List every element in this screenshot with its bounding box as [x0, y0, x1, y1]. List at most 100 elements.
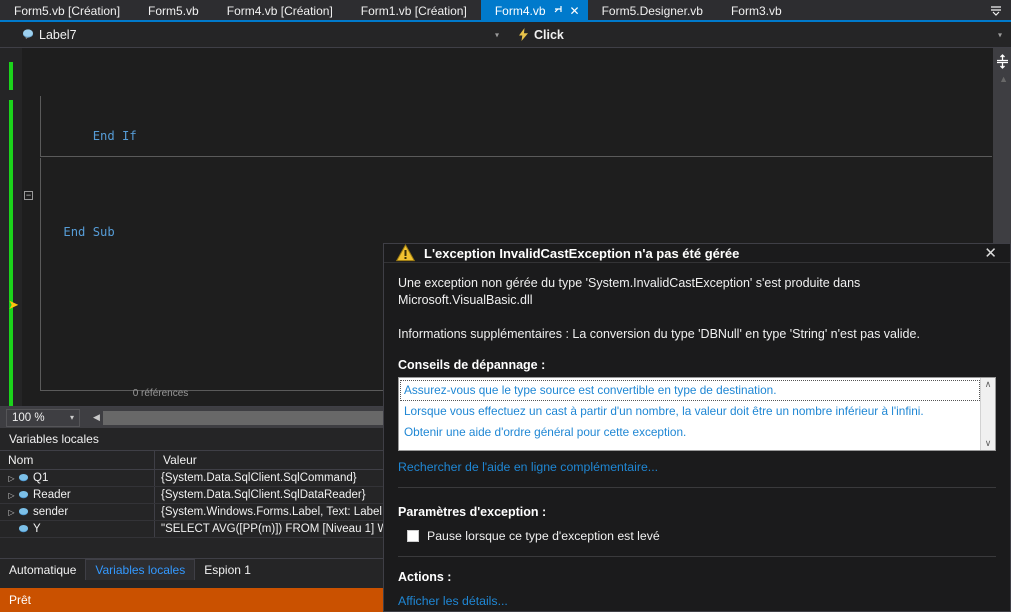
tab-label: Form3.vb — [730, 4, 782, 18]
member-scope-label: Label7 — [39, 27, 77, 42]
zoom-level-dropdown[interactable]: 100 % ▾ — [6, 408, 80, 427]
class-icon — [22, 28, 34, 41]
column-header-value[interactable]: Valeur — [155, 451, 383, 469]
document-tab-form1-design[interactable]: Form1.vb [Création] — [347, 0, 481, 22]
variable-name: Q1 — [33, 472, 49, 484]
member-scope-dropdown[interactable]: Label7 ▾ — [0, 22, 508, 48]
tab-label: Automatique — [9, 562, 77, 577]
exception-additional-info: Informations supplémentaires : La conver… — [398, 327, 920, 341]
references-count: 0 références — [132, 388, 189, 399]
troubleshooting-heading: Conseils de dépannage : — [398, 358, 546, 372]
warning-icon — [396, 244, 415, 262]
expander-icon[interactable]: ▷ — [6, 491, 17, 500]
table-row[interactable]: ▷ sender {System.Windows.Forms.Label, Te… — [0, 504, 383, 521]
visual-studio-window: Form5.vb [Création] Form5.vb Form4.vb [C… — [0, 0, 1011, 612]
variable-name: Reader — [33, 489, 71, 501]
variable-value[interactable]: {System.Windows.Forms.Label, Text: Label — [155, 504, 383, 520]
collapse-glyph: − — [25, 190, 32, 200]
collapse-region-toggle[interactable]: − — [24, 191, 33, 200]
tips-items: Assurez-vous que le type source est conv… — [399, 378, 980, 450]
scroll-down-arrow-icon[interactable]: ∨ — [985, 439, 992, 448]
locals-grid-header: Nom Valeur — [0, 450, 383, 470]
exception-assistant-dialog: L'exception InvalidCastException n'a pas… — [383, 243, 1011, 612]
exception-message: Une exception non gérée du type 'System.… — [398, 276, 861, 307]
tab-espion-1[interactable]: Espion 1 — [195, 559, 260, 580]
change-bar-saved — [9, 62, 13, 90]
change-bar-unsaved — [9, 100, 13, 406]
tab-variables-locales[interactable]: Variables locales — [85, 559, 196, 580]
exception-dialog-header: L'exception InvalidCastException n'a pas… — [384, 244, 1010, 263]
variable-value[interactable]: "SELECT AVG([PP(m)]) FROM [Niveau 1] W — [155, 521, 383, 537]
column-header-name[interactable]: Nom — [0, 451, 155, 469]
document-tab-form5-designer[interactable]: Form5.Designer.vb — [588, 0, 717, 22]
variable-name-cell[interactable]: ▷ Q1 — [0, 470, 155, 486]
pause-exception-checkbox-row[interactable]: Pause lorsque ce type d'exception est le… — [398, 529, 996, 543]
document-tab-form3[interactable]: Form3.vb — [717, 0, 796, 22]
document-tab-strip: Form5.vb [Création] Form5.vb Form4.vb [C… — [0, 0, 1011, 22]
search-online-help-link[interactable]: Rechercher de l'aide en ligne complément… — [398, 460, 996, 474]
code-line: End If — [92, 129, 137, 143]
tab-overflow-button[interactable] — [981, 0, 1011, 20]
debug-panel-tabs: Automatique Variables locales Espion 1 — [0, 558, 383, 580]
zoom-level-value: 100 % — [12, 411, 45, 424]
split-view-handle-icon[interactable] — [994, 52, 1010, 70]
tip-link-3[interactable]: Obtenir une aide d'ordre général pour ce… — [400, 422, 980, 443]
variable-icon — [17, 490, 30, 501]
scroll-left-arrow-icon[interactable]: ◀ — [90, 412, 103, 423]
table-row[interactable]: Y "SELECT AVG([PP(m)]) FROM [Niveau 1] W — [0, 521, 383, 538]
document-tab-form4-active[interactable]: Form4.vb ✕ — [480, 0, 588, 22]
variable-icon — [17, 524, 30, 535]
actions-heading: Actions : — [398, 570, 452, 584]
pause-exception-label: Pause lorsque ce type d'exception est le… — [427, 529, 660, 543]
document-tab-form5[interactable]: Form5.vb — [134, 0, 213, 22]
editor-navigation-bar: Label7 ▾ Click ▾ — [0, 22, 1011, 48]
scroll-up-arrow-icon[interactable]: ∧ — [985, 380, 992, 389]
variable-name-cell[interactable]: ▷ sender — [0, 504, 155, 520]
tip-link-2[interactable]: Lorsque vous effectuez un cast à partir … — [400, 401, 980, 422]
variable-icon — [17, 507, 30, 518]
tip-link-1[interactable]: Assurez-vous que le type source est conv… — [400, 380, 980, 401]
pin-icon[interactable] — [553, 4, 564, 18]
chevron-down-icon: ▾ — [997, 30, 1002, 39]
table-row[interactable]: ▷ Q1 {System.Data.SqlClient.SqlCommand} — [0, 470, 383, 487]
tab-label: Form4.vb — [494, 4, 546, 18]
event-label: Click — [534, 27, 564, 42]
document-tab-form4-design[interactable]: Form4.vb [Création] — [213, 0, 347, 22]
close-icon[interactable]: ✕ — [977, 246, 1004, 261]
tips-scrollbar[interactable]: ∧ ∨ — [980, 378, 995, 450]
tab-automatique[interactable]: Automatique — [0, 559, 85, 580]
status-text: Prêt — [9, 593, 32, 607]
status-bar: Prêt — [0, 588, 383, 612]
exception-dialog-title: L'exception InvalidCastException n'a pas… — [424, 245, 740, 261]
show-details-link[interactable]: Afficher les détails... — [398, 594, 996, 608]
locals-panel: Variables locales Nom Valeur ▷ Q1 {Syste… — [0, 428, 383, 612]
variable-name-cell[interactable]: ▷ Reader — [0, 487, 155, 503]
variable-value[interactable]: {System.Data.SqlClient.SqlCommand} — [155, 470, 383, 486]
variable-name-cell[interactable]: Y — [0, 521, 155, 537]
expander-icon[interactable]: ▷ — [6, 474, 17, 483]
lightning-bolt-icon — [518, 28, 529, 41]
tab-label: Form4.vb [Création] — [226, 4, 333, 18]
divider — [398, 556, 996, 557]
variable-name: sender — [33, 506, 69, 518]
editor-indicator-margin: ➤ — [0, 48, 22, 406]
tab-label: Form5.vb [Création] — [14, 4, 121, 18]
pause-exception-checkbox[interactable] — [407, 530, 419, 542]
expander-icon[interactable]: ▷ — [6, 508, 17, 517]
close-icon[interactable]: ✕ — [570, 5, 580, 17]
variable-value[interactable]: {System.Data.SqlClient.SqlDataReader} — [155, 487, 383, 503]
exception-settings-heading: Paramètres d'exception : — [398, 505, 547, 519]
editor-outline-margin — [22, 48, 34, 406]
divider — [398, 487, 996, 488]
code-line: End Sub — [63, 225, 115, 239]
document-tab-form5-design[interactable]: Form5.vb [Création] — [0, 0, 134, 22]
scroll-up-arrow-icon[interactable]: ▲ — [999, 74, 1008, 84]
event-dropdown[interactable]: Click ▾ — [508, 22, 1011, 48]
current-statement-arrow-icon: ➤ — [8, 297, 19, 312]
troubleshooting-tips-list[interactable]: Assurez-vous que le type source est conv… — [398, 377, 996, 451]
table-row[interactable]: ▷ Reader {System.Data.SqlClient.SqlDataR… — [0, 487, 383, 504]
tab-label: Form5.vb — [148, 4, 199, 18]
locals-panel-title: Variables locales — [0, 428, 383, 450]
